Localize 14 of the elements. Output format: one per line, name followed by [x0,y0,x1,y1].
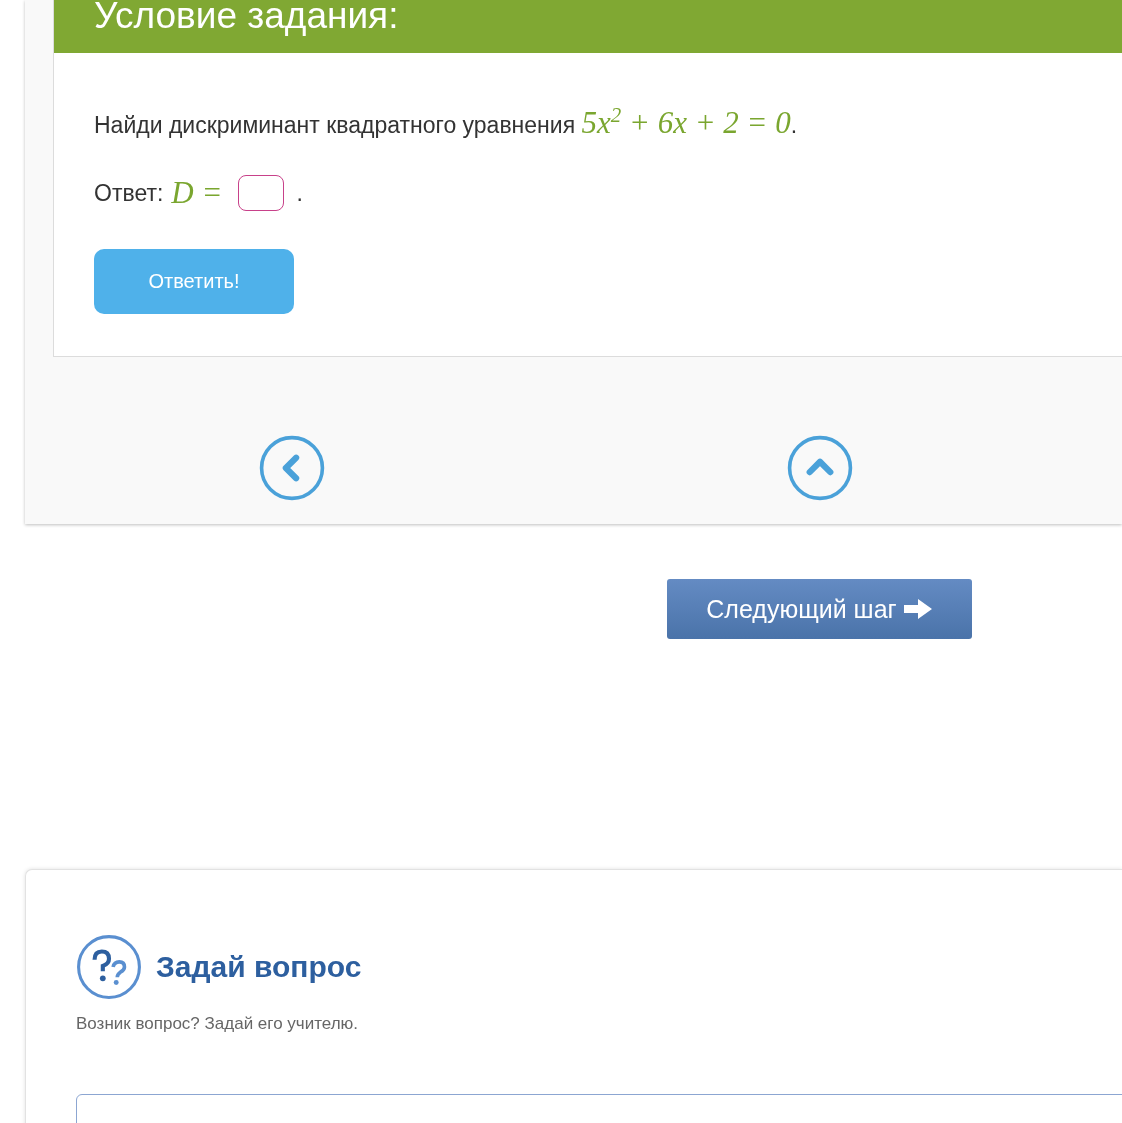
chevron-left-button[interactable] [259,435,325,501]
ask-title: Задай вопрос [156,950,362,984]
answer-field[interactable] [238,175,285,212]
question-icon [76,934,142,1000]
arrow-right-icon [902,598,933,620]
answer-period: . [296,179,303,207]
task-title: Условие задания: [94,0,400,38]
answer-formula: D = [171,175,223,212]
ask-subtitle: Возник вопрос? Задай его учителю. [76,1014,360,1034]
question-text: Найди дискриминант квадратного уравнения 5x$^{2}$ + 6x + 2 = 0. [94,102,799,143]
chevron-up-button[interactable] [787,435,853,501]
next-step-button[interactable]: Следующий шаг [667,579,972,639]
submit-button[interactable]: Ответить! [94,249,294,315]
answer-label: Ответ: [94,179,164,207]
